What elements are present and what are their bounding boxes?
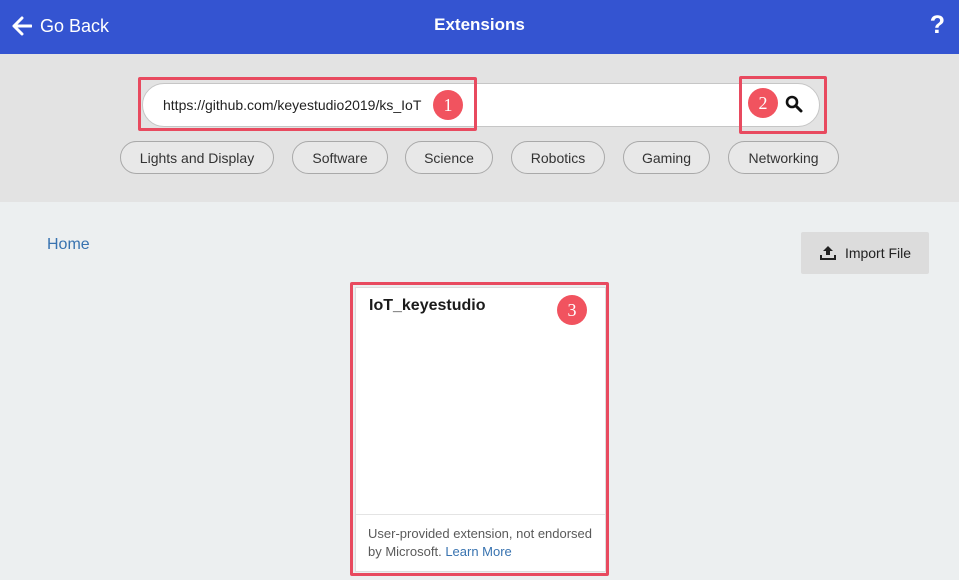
step-badge-1: 1 — [433, 90, 463, 120]
tag-gaming[interactable]: Gaming — [623, 141, 710, 174]
help-button[interactable]: ? — [930, 11, 945, 40]
breadcrumb-home[interactable]: Home — [47, 236, 90, 254]
page-title: Extensions — [434, 15, 525, 34]
tag-software[interactable]: Software — [292, 141, 388, 174]
top-bar: Go Back Extensions ? — [0, 0, 959, 54]
upload-icon — [819, 246, 836, 260]
tag-robotics[interactable]: Robotics — [511, 141, 605, 174]
highlight-box-search-input — [138, 77, 477, 131]
step-badge-3: 3 — [557, 295, 587, 325]
step-badge-2: 2 — [748, 88, 778, 118]
tag-science[interactable]: Science — [405, 141, 493, 174]
import-file-button[interactable]: Import File — [801, 232, 929, 274]
tag-lights-and-display[interactable]: Lights and Display — [120, 141, 274, 174]
highlight-box-extension-card — [350, 282, 609, 576]
import-file-label: Import File — [844, 245, 912, 261]
category-tags: Lights and Display Software Science Robo… — [0, 141, 959, 174]
tag-networking[interactable]: Networking — [728, 141, 839, 174]
